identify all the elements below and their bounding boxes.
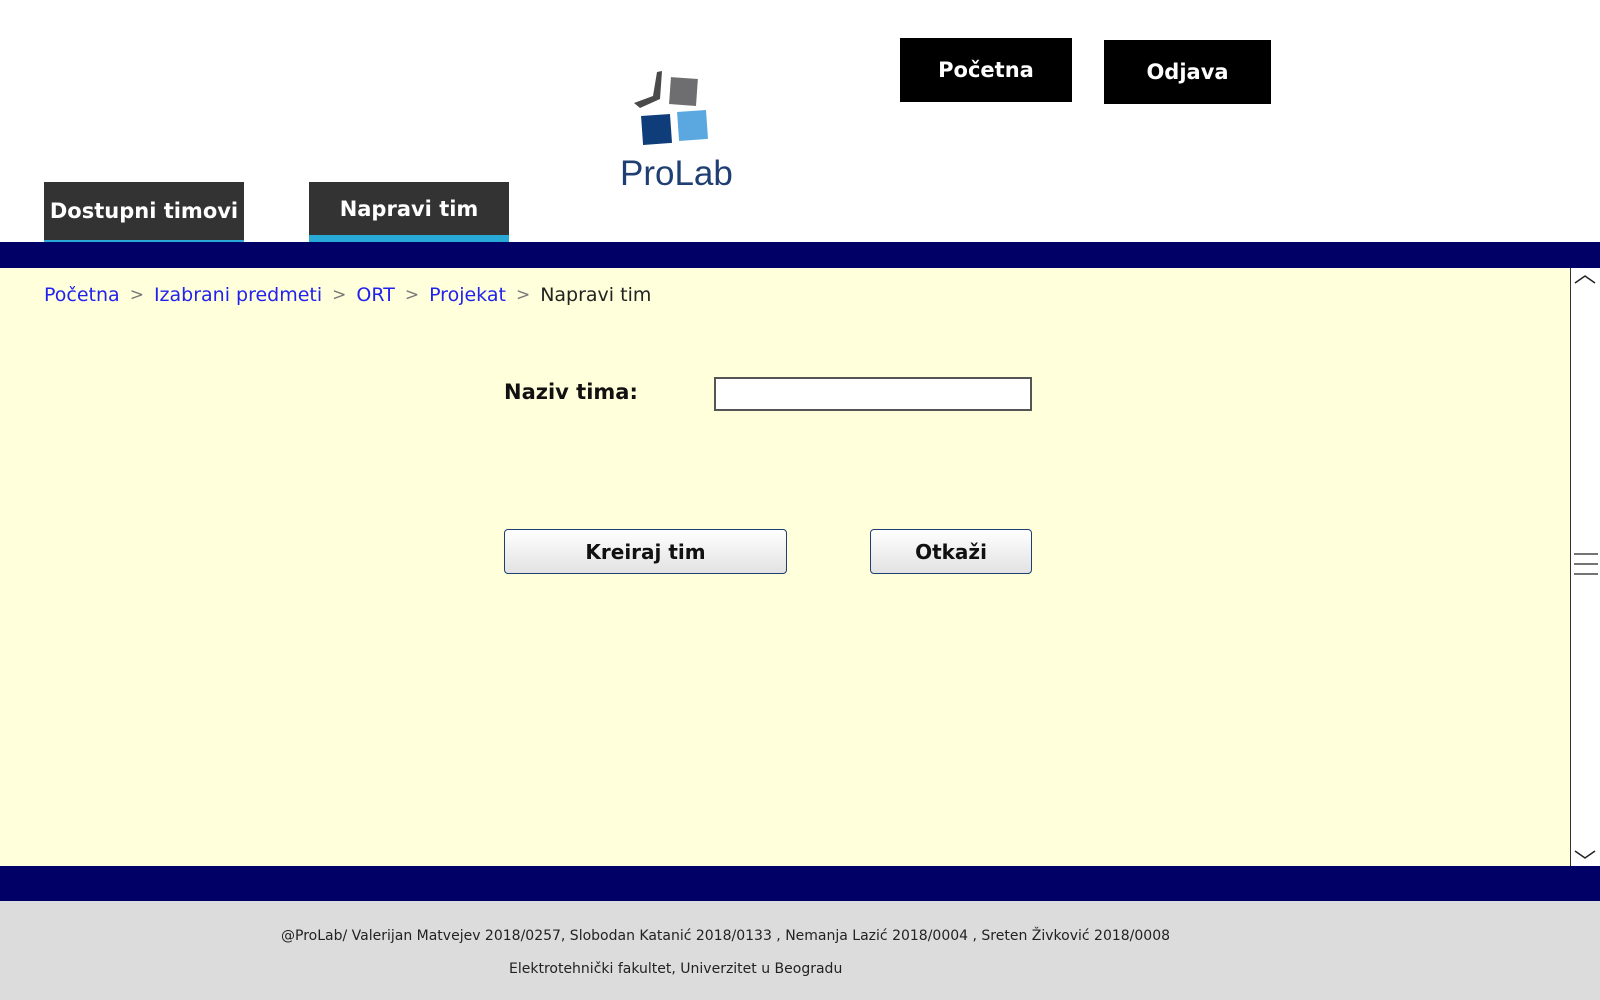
breadcrumb-link-course[interactable]: ORT bbox=[356, 284, 394, 306]
tab-available-teams[interactable]: Dostupni timovi bbox=[44, 182, 244, 242]
prolab-logo: ProLab bbox=[620, 66, 740, 196]
logout-button[interactable]: Odjava bbox=[1104, 40, 1271, 104]
footer-institution: Elektrotehnički fakultet, Univerzitet u … bbox=[509, 961, 843, 977]
breadcrumb-current: Napravi tim bbox=[540, 284, 652, 306]
cancel-button[interactable]: Otkaži bbox=[870, 529, 1032, 574]
team-name-label: Naziv tima: bbox=[504, 380, 638, 404]
logo-text: ProLab bbox=[620, 154, 733, 193]
scroll-thumb[interactable] bbox=[1574, 552, 1598, 575]
tab-create-team[interactable]: Napravi tim bbox=[309, 182, 509, 242]
main-content: Početna > Izabrani predmeti > ORT > Proj… bbox=[0, 268, 1570, 866]
create-team-button[interactable]: Kreiraj tim bbox=[504, 529, 787, 574]
breadcrumb-separator: > bbox=[129, 285, 144, 305]
footer-authors: @ProLab/ Valerijan Matvejev 2018/0257, S… bbox=[281, 928, 1171, 944]
chevron-down-icon bbox=[1574, 850, 1596, 859]
breadcrumb: Početna > Izabrani predmeti > ORT > Proj… bbox=[44, 284, 651, 306]
breadcrumb-separator: > bbox=[332, 285, 347, 305]
breadcrumb-separator: > bbox=[404, 285, 420, 305]
breadcrumb-separator: > bbox=[515, 285, 531, 305]
footer-divider-bar bbox=[0, 866, 1600, 901]
vertical-scrollbar[interactable] bbox=[1570, 268, 1600, 866]
breadcrumb-link-selected-courses[interactable]: Izabrani predmeti bbox=[154, 284, 322, 306]
chevron-up-icon bbox=[1574, 275, 1596, 284]
scroll-up-button[interactable] bbox=[1571, 268, 1599, 290]
breadcrumb-link-project[interactable]: Projekat bbox=[429, 284, 506, 306]
footer: @ProLab/ Valerijan Matvejev 2018/0257, S… bbox=[0, 901, 1600, 1000]
team-name-input[interactable] bbox=[714, 377, 1032, 411]
home-button[interactable]: Početna bbox=[900, 38, 1072, 102]
prolab-logo-icon bbox=[634, 71, 709, 145]
scroll-down-button[interactable] bbox=[1571, 844, 1599, 866]
grip-lines-icon bbox=[1574, 553, 1598, 575]
header-divider-bar bbox=[0, 242, 1600, 268]
breadcrumb-link-home[interactable]: Početna bbox=[44, 284, 120, 306]
